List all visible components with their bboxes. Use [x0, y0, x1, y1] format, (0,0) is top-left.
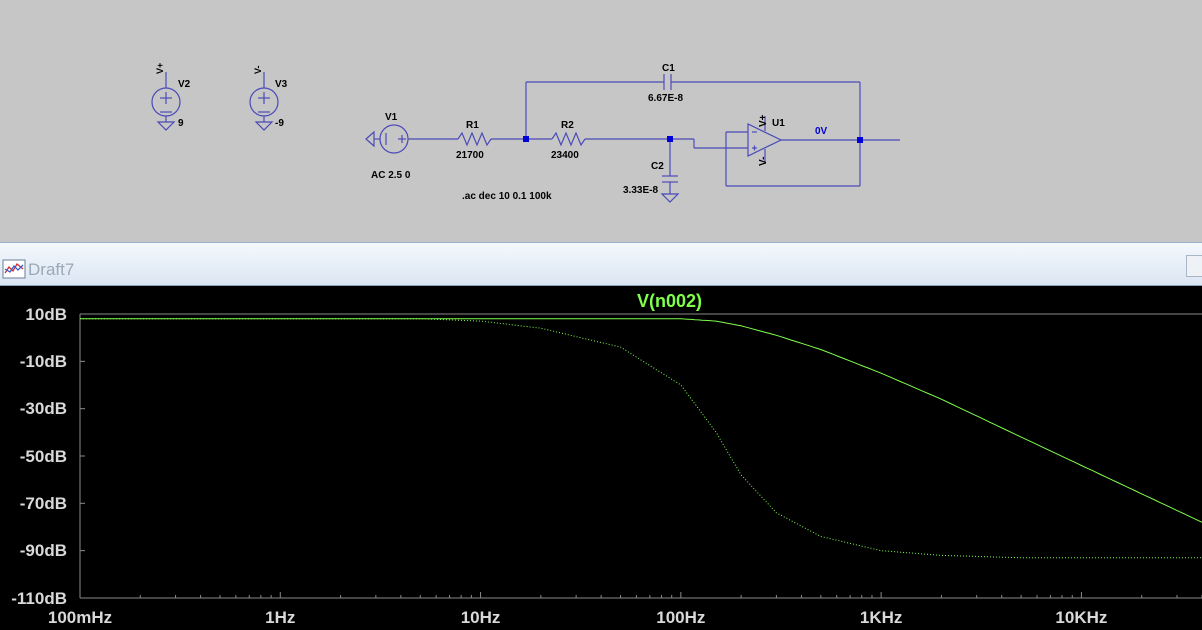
v3-name: V3 — [275, 79, 288, 90]
v2-value: 9 — [178, 118, 184, 129]
y-tick-label: -50dB — [19, 446, 67, 466]
voltage-source-v1[interactable] — [365, 124, 458, 154]
junction-dot — [523, 136, 529, 142]
plot-window-titlebar[interactable]: Draft7 — [0, 242, 1202, 286]
y-tick-label: -70dB — [19, 493, 67, 513]
capacitor-c2[interactable] — [660, 139, 680, 203]
x-tick-label: 10KHz — [1055, 608, 1108, 627]
y-tick-label: -110dB — [11, 588, 67, 608]
resistor-r2[interactable] — [526, 131, 670, 147]
r1-name: R1 — [466, 120, 479, 131]
spice-directive[interactable]: .ac dec 10 0.1 100k — [462, 192, 552, 202]
trace-name-label[interactable]: V(n002) — [637, 291, 702, 312]
c2-name: C2 — [651, 161, 664, 172]
v3-pin-minus: V- — [253, 65, 263, 74]
trace-dotted — [80, 318, 1202, 559]
junction-dot — [667, 136, 673, 142]
voltage-source-v2[interactable] — [151, 72, 181, 131]
schematic-editor[interactable]: V+ V- V2 9 V3 -9 V1 AC 2.5 0 R1 21700 R2… — [0, 0, 1202, 242]
window-restore-button[interactable] — [1186, 255, 1202, 277]
y-tick-label: -10dB — [19, 351, 67, 371]
v2-pin-plus: V+ — [155, 63, 165, 74]
opamp-u1[interactable] — [725, 116, 900, 187]
x-tick-label: 100Hz — [656, 608, 706, 627]
c2-value: 3.33E-8 — [623, 185, 659, 196]
c1-name: C1 — [662, 63, 675, 74]
resistor-r1[interactable] — [457, 131, 526, 147]
u1-name: U1 — [772, 118, 785, 129]
r2-value: 23400 — [551, 150, 579, 161]
node-label-0v[interactable]: 0V — [815, 127, 827, 137]
capacitor-c1[interactable] — [525, 74, 861, 139]
x-tick-label: 1KHz — [859, 608, 903, 627]
waveform-window-icon — [2, 259, 26, 279]
junction-dot — [857, 137, 863, 143]
voltage-source-v3[interactable] — [249, 72, 279, 131]
trace-solid — [80, 318, 1202, 523]
y-tick-label: -30dB — [19, 399, 67, 419]
c1-value: 6.67E-8 — [648, 93, 684, 104]
v1-name: V1 — [385, 112, 398, 123]
v1-value: AC 2.5 0 — [371, 170, 411, 181]
x-tick-label: 1Hz — [265, 608, 296, 627]
y-tick-label: -90dB — [19, 541, 67, 561]
u1-pin-vplus: V+ — [758, 114, 769, 127]
plot-canvas[interactable] — [0, 286, 1202, 630]
plot-window-title: Draft7 — [28, 260, 75, 279]
v2-name: V2 — [178, 79, 191, 90]
u1-pin-vminus: V- — [758, 156, 769, 166]
v3-value: -9 — [275, 118, 284, 129]
r1-value: 21700 — [456, 150, 484, 161]
waveform-plot[interactable]: V(n002) 10dB -10dB -30dB -50dB -70dB -90dB -11… — [0, 286, 1202, 630]
r2-name: R2 — [561, 120, 574, 131]
x-tick-label: 10Hz — [460, 608, 501, 627]
y-tick-label: 10dB — [25, 304, 67, 324]
x-tick-label: 100mHz — [47, 608, 113, 627]
